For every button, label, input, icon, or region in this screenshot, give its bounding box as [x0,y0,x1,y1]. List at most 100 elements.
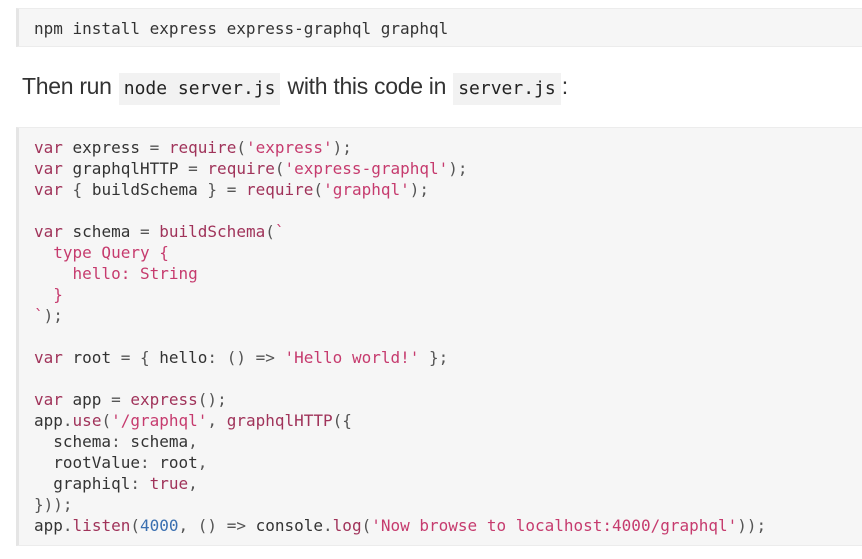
install-command-block: npm install express express-graphql grap… [16,8,862,47]
code-line: rootValue: root, [34,452,766,473]
code-token: var [34,390,63,409]
code-token: )); [737,516,767,535]
code-token: rootValue [34,453,140,472]
code-token: ( [313,180,324,199]
code-token: ); [448,159,468,178]
code-token: var [34,138,63,157]
code-token: ( [101,411,112,430]
inline-code-run-command: node server.js [118,73,281,105]
code-token: express [62,138,150,157]
code-token: ); [332,138,352,157]
code-token: () [197,516,218,535]
code-token: var [34,348,63,367]
code-token: 'express' [245,138,333,157]
code-token: schema [62,222,140,241]
code-token: '/graphql' [111,411,208,430]
code-token: (); [197,390,227,409]
code-token: listen [72,516,131,535]
code-token: ( [274,159,285,178]
instruction-text-after: : [561,73,568,99]
code-token: => [255,348,275,367]
code-token: 'Hello world!' [284,348,420,367]
code-token: graphqlHTTP [226,411,333,430]
code-line: var graphqlHTTP = require('express-graph… [34,158,766,179]
instruction-text-middle: with this code in [281,73,453,99]
code-line: var root = { hello: () => 'Hello world!'… [34,347,766,368]
code-token: : [111,432,121,451]
code-token: require [168,138,237,157]
code-token: 'Now browse to localhost:4000/graphql' [371,516,738,535]
code-token: app [34,411,63,430]
code-token: })); [34,495,73,514]
code-token: 4000 [139,516,179,535]
code-token: var [34,180,63,199]
code-token: = [139,222,150,241]
code-token: hello [149,348,208,367]
code-token: , [178,516,189,535]
code-token: use [72,411,102,430]
code-line: type Query { [34,242,766,263]
code-token: ); [43,306,63,325]
code-token: . [323,516,333,535]
code-token: ( [265,222,275,241]
code-token: hello: String [34,264,198,283]
code-token: 'express-graphql' [284,159,449,178]
code-token: , [207,411,218,430]
code-token: . [62,411,73,430]
code-token: ` [274,222,285,241]
code-token: console [245,516,324,535]
code-token: , [188,474,198,493]
code-token: = [120,348,131,367]
code-token: : [207,348,218,367]
code-token: log [332,516,362,535]
code-token: = [226,180,237,199]
code-token: app [34,516,63,535]
code-token: = [111,390,121,409]
code-token: . [62,516,73,535]
code-token: { [72,180,83,199]
code-line: })); [34,494,766,515]
instruction-paragraph: Then run node server.js with this code i… [22,67,568,105]
code-token: : [139,453,150,472]
code-line: graphiql: true, [34,473,766,494]
code-token: require [245,180,314,199]
code-token: ); [409,180,430,199]
code-token: 'graphql' [323,180,410,199]
code-token: root [149,453,198,472]
server-code-block: var express = require('express'); var gra… [16,127,862,546]
install-command-code: npm install express express-graphql grap… [34,19,449,38]
code-token: , [188,432,198,451]
instruction-text-before: Then run [22,73,118,99]
code-token: true [149,474,189,493]
code-token: ( [236,138,246,157]
server-code: var express = require('express'); var gra… [34,137,766,536]
code-token: graphiql [34,474,131,493]
code-token: = [188,159,198,178]
code-token: type Query { [34,243,169,262]
code-line: var { buildSchema } = require('graphql')… [34,179,766,200]
code-token: root [62,348,121,367]
code-token: : [130,474,140,493]
code-line: `); [34,305,766,326]
code-token: = [149,138,160,157]
code-token: schema [34,432,112,451]
code-line: schema: schema, [34,431,766,452]
code-token: => [226,516,246,535]
code-token: ({ [332,411,352,430]
code-line: app.use('/graphql', graphqlHTTP({ [34,410,766,431]
